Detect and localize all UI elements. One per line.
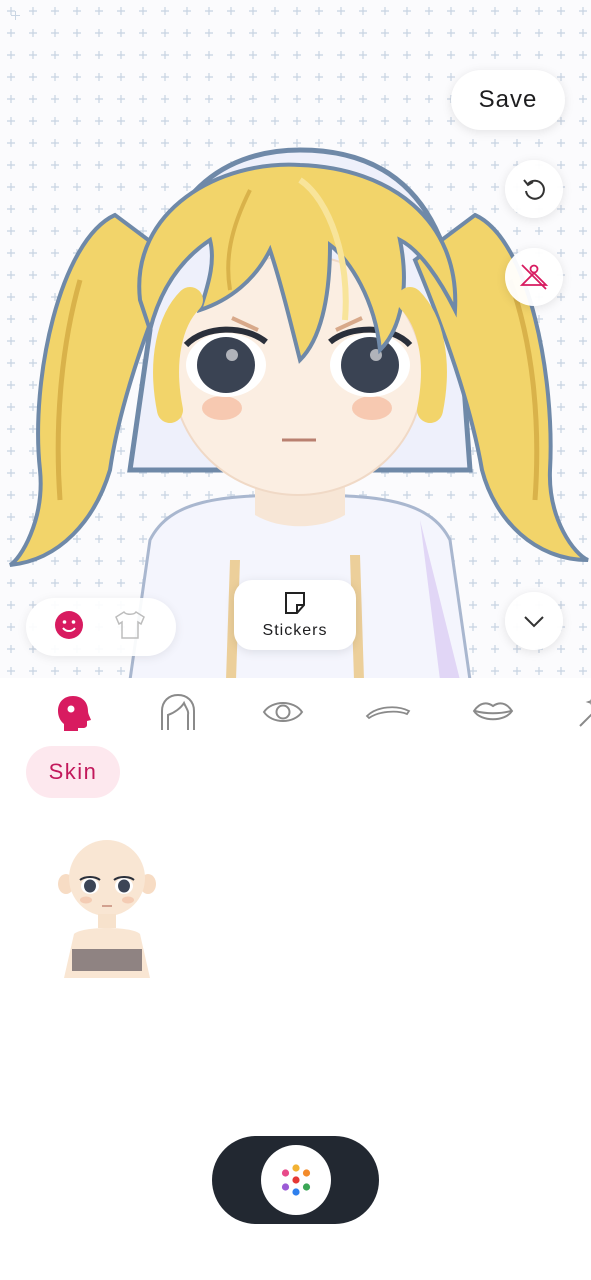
eyebrow-icon [365, 706, 411, 720]
head-icon [58, 696, 91, 731]
avatar-preview[interactable]: Save Stickers [0, 0, 591, 678]
launcher-dots-icon [281, 1164, 310, 1196]
tab-mouth[interactable] [469, 688, 517, 736]
face-icon [55, 610, 83, 639]
stickers-button[interactable]: Stickers [234, 580, 356, 650]
subtab-skin-label: Skin [48, 759, 98, 784]
outfit-mode-button[interactable] [112, 609, 148, 646]
subtab-skin[interactable]: Skin [26, 746, 120, 798]
collapse-button[interactable] [505, 592, 563, 650]
tab-hair[interactable] [154, 688, 202, 736]
tab-eyes[interactable] [259, 688, 307, 736]
sticker-icon [285, 592, 305, 614]
tab-eyebrows[interactable] [364, 688, 412, 736]
category-tabs [0, 680, 591, 744]
tab-effects[interactable] [568, 688, 591, 736]
magic-wand-icon [579, 698, 591, 727]
save-button[interactable]: Save [451, 70, 565, 130]
bottom-dock [212, 1136, 379, 1224]
tab-head[interactable] [49, 688, 97, 736]
launcher-button[interactable] [260, 1145, 331, 1215]
hanger-off-icon [519, 264, 549, 290]
eye-icon [262, 702, 304, 722]
mode-switch [26, 598, 176, 656]
skin-preset-thumbnail[interactable] [52, 836, 162, 978]
shirt-icon [115, 610, 145, 639]
lips-icon [472, 702, 514, 721]
stickers-label: Stickers [262, 622, 328, 639]
hide-clothes-button[interactable] [505, 248, 563, 306]
undo-button[interactable] [505, 160, 563, 218]
chevron-down-icon [524, 616, 544, 628]
undo-icon [523, 179, 545, 200]
face-mode-button[interactable] [54, 610, 84, 645]
hair-icon [161, 693, 195, 730]
